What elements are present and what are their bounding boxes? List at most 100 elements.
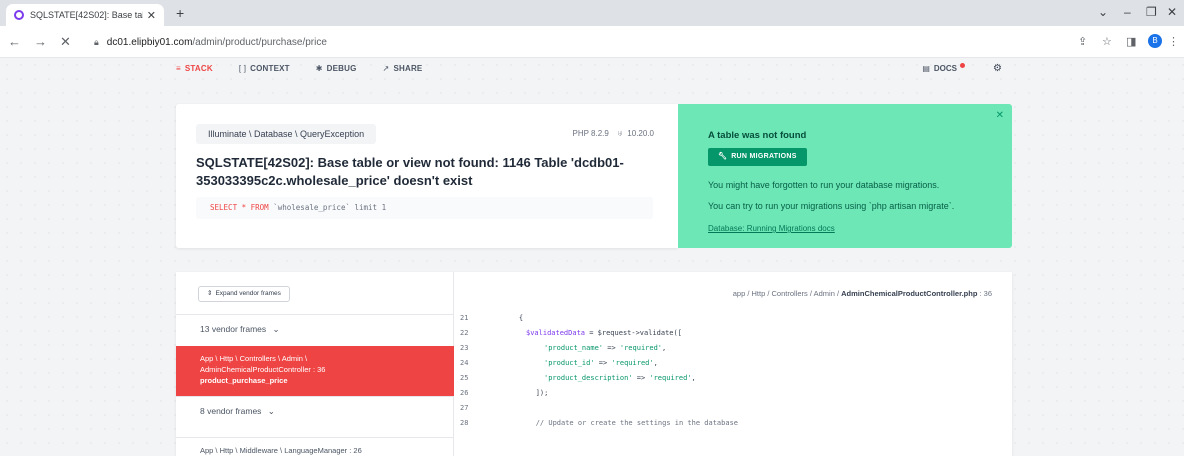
share-icon[interactable]: ⇪ [1078, 35, 1087, 48]
code-op: => [603, 344, 620, 352]
minimize-icon[interactable]: – [1124, 5, 1131, 19]
new-tab-icon[interactable]: + [176, 5, 184, 21]
nav-share-label: SHARE [393, 63, 423, 73]
exception-class: Illuminate \ Database \ QueryException [196, 124, 377, 144]
code-line: 26 ]); [454, 386, 1012, 400]
expand-vendor-frames-button[interactable]: ⇕ Expand vendor frames [198, 286, 290, 302]
line-number: 26 [460, 389, 469, 397]
side-panel-icon[interactable]: ◨ [1126, 35, 1136, 48]
code-end: , [662, 344, 667, 352]
stop-icon[interactable]: ✕ [60, 34, 71, 50]
nav-debug[interactable]: ✱ DEBUG [316, 64, 357, 73]
settings-gear-icon[interactable]: ⚙ [993, 63, 1002, 74]
nav-stack[interactable]: ≡ STACK [176, 64, 213, 73]
nav-share[interactable]: ↗ SHARE [383, 64, 423, 73]
sql-query: SELECT * FROM `wholesale_price` limit 1 [196, 197, 653, 219]
site-favicon-icon [14, 10, 24, 20]
lock-icon[interactable]: 🔒︎ [94, 37, 99, 48]
code-line: 24 'product_id' => 'required', [454, 356, 1012, 370]
code-variable: $validatedData [526, 329, 586, 337]
tab-title: SQLSTATE[42S02]: Base table or v [30, 10, 143, 20]
code-string: 'required' [611, 359, 654, 367]
url-host: dc01.elipbiy01.com [106, 36, 193, 48]
code-viewer: app / Http / Controllers / Admin / Admin… [454, 272, 1012, 456]
code-text: ]); [502, 389, 549, 397]
code-op: => [594, 359, 612, 367]
ignition-nav: ≡ STACK [ ] CONTEXT ✱ DEBUG ↗ SHARE ▤ DO… [176, 58, 1012, 78]
expand-label: Expand vendor frames [215, 290, 281, 297]
exception-message: SQLSTATE[42S02]: Base table or view not … [196, 155, 624, 188]
file-path-prefix: app / Http / Controllers / Admin / [732, 289, 842, 298]
code-string: 'product_id' [544, 359, 595, 367]
active-stack-frame[interactable]: App \ Http \ Controllers \ Admin \ Admin… [176, 346, 454, 396]
file-path[interactable]: app / Http / Controllers / Admin / Admin… [733, 289, 992, 298]
docs-label: DOCS [933, 63, 958, 73]
code-line: 21 { [454, 311, 1012, 325]
line-number: 28 [460, 419, 469, 427]
run-migrations-label: RUN MIGRATIONS [731, 153, 797, 160]
code-end: , [691, 374, 696, 382]
forward-icon[interactable]: → [34, 34, 47, 49]
run-migrations-button[interactable]: 🔧︎ RUN MIGRATIONS [708, 148, 807, 166]
line-number: 25 [460, 374, 469, 382]
solution-close-icon[interactable]: ✕ [996, 110, 1004, 121]
stack-trace-panel: ⇕ Expand vendor frames 13 vendor frames ⌄… [176, 272, 1012, 456]
code-string: 'required' [649, 374, 692, 382]
frame-list: ⇕ Expand vendor frames 13 vendor frames ⌄… [176, 272, 454, 456]
chevron-down-icon: ⌄ [272, 324, 280, 334]
browser-tab-bar: SQLSTATE[42S02]: Base table or v ✕ + ⌄ –… [0, 0, 1184, 26]
url-path: /admin/product/purchase/price [192, 36, 327, 48]
solution-card: ✕ A table was not found 🔧︎ RUN MIGRATIONS… [678, 104, 1012, 248]
back-icon[interactable]: ← [8, 34, 21, 49]
window-close-icon[interactable]: ✕ [1167, 5, 1177, 19]
address-toolbar: ← → ✕ 🔒︎ dc01.elipbiy01.com /admin/produ… [0, 26, 1184, 58]
code-text: 'product_id' => 'required', [544, 356, 658, 370]
line-number: 24 [460, 359, 469, 367]
browser-menu-icon[interactable]: ⋮ [1168, 35, 1179, 48]
code-string: 'product_description' [544, 374, 633, 382]
vendor-frames-group[interactable]: 13 vendor frames ⌄ [176, 314, 454, 342]
code-line: 27 [454, 401, 1012, 415]
code-end: , [653, 359, 658, 367]
chevron-down-icon-2: ⌄ [267, 406, 275, 416]
code-text: 'product_name' => 'required', [544, 341, 666, 355]
code-string: 'product_name' [544, 344, 604, 352]
bookmark-star-icon[interactable]: ☆ [1102, 35, 1112, 48]
code-line: 25 'product_description' => 'required', [454, 371, 1012, 385]
vendor-frames-label-2: 8 vendor frames [200, 406, 262, 416]
code-string: 'required' [619, 344, 663, 352]
maximize-icon[interactable]: ❐ [1146, 5, 1157, 19]
solution-text-1: You might have forgotten to run your dat… [708, 180, 940, 190]
vendor-frames-group-2[interactable]: 8 vendor frames ⌄ [176, 396, 454, 424]
file-name: AdminChemicalProductController.php [841, 289, 978, 298]
browser-tab[interactable]: SQLSTATE[42S02]: Base table or v ✕ [6, 4, 164, 26]
sql-keyword: SELECT * FROM [210, 203, 269, 212]
url-field[interactable]: 🔒︎ dc01.elipbiy01.com /admin/product/pur… [84, 31, 1094, 53]
vendor-frames-label: 13 vendor frames [200, 324, 267, 334]
docs-icon: ▤ [922, 63, 930, 73]
docs-notification-dot [960, 62, 966, 68]
context-icon: [ ] [238, 63, 247, 73]
php-version: PHP 8.2.9 [572, 129, 609, 138]
ignition-error-page: ≡ STACK [ ] CONTEXT ✱ DEBUG ↗ SHARE ▤ DO… [0, 58, 1184, 456]
code-text: 'product_description' => 'required', [544, 371, 696, 385]
line-number: 21 [460, 314, 469, 322]
stack-icon: ≡ [176, 63, 181, 73]
nav-context[interactable]: [ ] CONTEXT [239, 64, 290, 73]
code-text: { [502, 314, 524, 322]
migrations-docs-link[interactable]: Database: Running Migrations docs [708, 224, 835, 233]
code-rest: = $request->validate([ [585, 329, 682, 337]
docs-button[interactable]: ▤ DOCS [922, 62, 966, 73]
line-number: 27 [460, 404, 469, 412]
version-info: PHP 8.2.9 ♅ 10.20.0 [573, 129, 655, 138]
tab-search-icon[interactable]: ⌄ [1098, 5, 1108, 19]
middleware-frame[interactable]: App \ Http \ Middleware \ LanguageManage… [176, 437, 454, 456]
frame-namespace: App \ Http \ Controllers \ Admin \ [200, 354, 308, 363]
tab-close-icon[interactable]: ✕ [147, 9, 156, 22]
nav-stack-label: STACK [184, 63, 213, 73]
share-arrow-icon: ↗ [382, 63, 390, 73]
code-line: 28 // Update or create the settings in t… [454, 416, 1012, 430]
nav-debug-label: DEBUG [326, 63, 357, 73]
profile-avatar[interactable]: B [1148, 34, 1162, 48]
code-line: 22 $validatedData = $request->validate([ [454, 326, 1012, 340]
